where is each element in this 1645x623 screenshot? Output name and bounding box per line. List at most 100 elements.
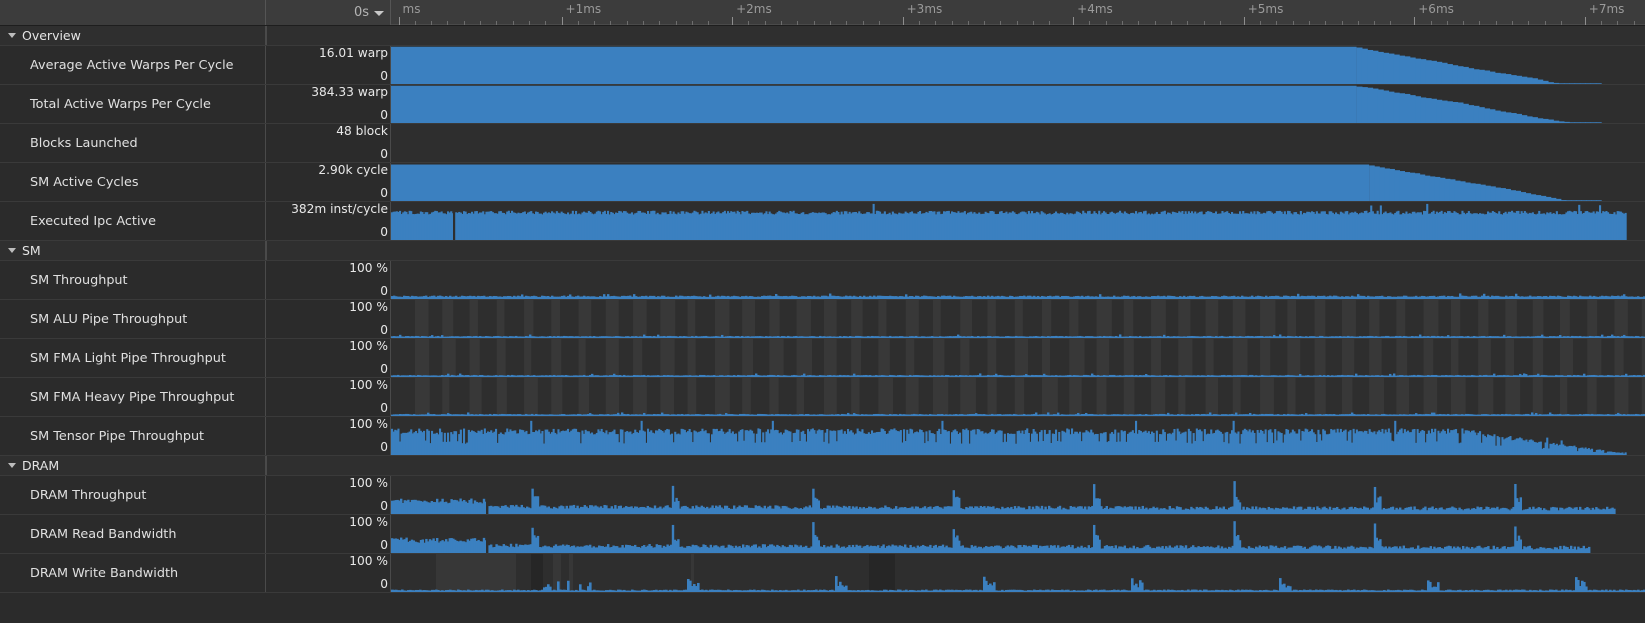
- metric-sparkline[interactable]: [391, 261, 1645, 299]
- metric-row[interactable]: SM Tensor Pipe Throughput100 %0: [0, 417, 1645, 456]
- ruler-minor-tick: [846, 21, 847, 25]
- ruler-minor-tick: [1528, 21, 1529, 25]
- metric-label[interactable]: SM FMA Light Pipe Throughput: [0, 339, 266, 377]
- metric-sparkline[interactable]: [391, 300, 1645, 338]
- ruler-tick-label: +6ms: [1418, 2, 1454, 16]
- metric-row[interactable]: Blocks Launched 48 block 0: [0, 124, 1645, 163]
- metric-row[interactable]: DRAM Read Bandwidth100 %0: [0, 515, 1645, 554]
- metric-min-value: 0: [380, 324, 388, 337]
- ruler-minor-tick: [578, 21, 579, 25]
- metric-label[interactable]: Executed Ipc Active: [0, 202, 266, 240]
- ruler-minor-tick: [643, 21, 644, 25]
- metric-sparkline[interactable]: [391, 46, 1645, 84]
- metric-label[interactable]: Blocks Launched: [0, 124, 266, 162]
- ruler-minor-tick: [1309, 21, 1310, 25]
- ruler-minor-tick: [676, 21, 677, 25]
- section-toggle[interactable]: DRAM: [0, 456, 266, 475]
- ruler-minor-tick: [659, 21, 660, 25]
- ruler-minor-tick: [1374, 21, 1375, 25]
- ruler-minor-tick: [1138, 21, 1139, 25]
- metric-sparkline[interactable]: [391, 85, 1645, 123]
- metric-row[interactable]: SM FMA Light Pipe Throughput100 %0: [0, 339, 1645, 378]
- metric-sparkline[interactable]: [391, 163, 1645, 201]
- metric-row[interactable]: DRAM Write Bandwidth100 %0: [0, 554, 1645, 593]
- section-toggle[interactable]: Overview: [0, 26, 266, 45]
- ruler-minor-tick: [814, 21, 815, 25]
- metric-sparkline[interactable]: [391, 417, 1645, 455]
- metric-sparkline[interactable]: [391, 378, 1645, 416]
- metric-row[interactable]: Executed Ipc Active382m inst/cycle0: [0, 202, 1645, 241]
- metric-max-value: 100 %: [349, 555, 388, 568]
- chevron-down-icon[interactable]: [8, 33, 16, 38]
- metric-value-axis: 100 %0: [266, 300, 391, 338]
- metric-row[interactable]: SM Throughput100 %0: [0, 261, 1645, 300]
- timeline-ruler[interactable]: ms+1ms+2ms+3ms+4ms+5ms+6ms+7ms: [391, 0, 1645, 25]
- metric-row[interactable]: SM FMA Heavy Pipe Throughput100 %0: [0, 378, 1645, 417]
- ruler-minor-tick: [935, 21, 936, 25]
- section-header-overview[interactable]: Overview: [0, 26, 1645, 46]
- section-header-sm[interactable]: SM: [0, 241, 1645, 261]
- ruler-minor-tick: [748, 21, 749, 25]
- ruler-minor-tick: [968, 21, 969, 25]
- ruler-minor-tick: [692, 21, 693, 25]
- ruler-tick-label: ms: [403, 2, 421, 16]
- metric-label[interactable]: DRAM Throughput: [0, 476, 266, 514]
- metric-row[interactable]: DRAM Throughput 100 % 0: [0, 476, 1645, 515]
- metric-row[interactable]: SM ALU Pipe Throughput100 %0: [0, 300, 1645, 339]
- header-value-column[interactable]: 0s: [266, 0, 391, 25]
- metric-label[interactable]: Average Active Warps Per Cycle: [0, 46, 266, 84]
- metric-min-value: 0: [380, 226, 388, 239]
- metric-value-axis: 382m inst/cycle0: [266, 202, 391, 240]
- ruler-minor-tick: [708, 21, 709, 25]
- metric-max-value: 2.90k cycle: [318, 164, 388, 177]
- header-name-column: [0, 0, 266, 25]
- section-header-dram[interactable]: DRAM: [0, 456, 1645, 476]
- chevron-down-icon[interactable]: [8, 248, 16, 253]
- metric-label[interactable]: DRAM Write Bandwidth: [0, 554, 266, 592]
- ruler-minor-tick: [1617, 21, 1618, 25]
- metric-sparkline[interactable]: [391, 554, 1645, 592]
- metric-max-value: 48 block: [336, 125, 388, 138]
- ruler-minor-tick: [1122, 21, 1123, 25]
- ruler-minor-tick: [447, 21, 448, 25]
- metric-row[interactable]: SM Active Cycles2.90k cycle0: [0, 163, 1645, 202]
- ruler-major-tick: [732, 17, 733, 25]
- metric-label[interactable]: SM Tensor Pipe Throughput: [0, 417, 266, 455]
- metric-value-axis: 16.01 warp0: [266, 46, 391, 84]
- table-header: 0s ms+1ms+2ms+3ms+4ms+5ms+6ms+7ms: [0, 0, 1645, 26]
- metric-label[interactable]: SM Throughput: [0, 261, 266, 299]
- ruler-minor-tick: [1033, 21, 1034, 25]
- ruler-minor-tick: [415, 21, 416, 25]
- metric-value-axis: 100 %0: [266, 515, 391, 553]
- ruler-minor-tick: [1204, 21, 1205, 25]
- ruler-tick-label: +7ms: [1589, 2, 1625, 16]
- ruler-minor-tick: [1390, 21, 1391, 25]
- metric-sparkline[interactable]: [391, 476, 1645, 514]
- metric-sparkline[interactable]: [391, 202, 1645, 240]
- section-header-filler: [266, 456, 1645, 475]
- metric-max-value: 384.33 warp: [311, 86, 388, 99]
- metric-value-axis: 48 block 0: [266, 124, 391, 162]
- metric-row[interactable]: Average Active Warps Per Cycle16.01 warp…: [0, 46, 1645, 85]
- metric-value-axis: 100 %0: [266, 554, 391, 592]
- metric-sparkline[interactable]: [391, 124, 1645, 162]
- section-toggle[interactable]: SM: [0, 241, 266, 260]
- ruler-minor-tick: [1342, 21, 1343, 25]
- metric-label[interactable]: SM Active Cycles: [0, 163, 266, 201]
- metric-min-value: 0: [380, 500, 388, 513]
- metric-row[interactable]: Total Active Warps Per Cycle384.33 warp0: [0, 85, 1645, 124]
- metric-sparkline[interactable]: [391, 515, 1645, 553]
- metric-label[interactable]: SM FMA Heavy Pipe Throughput: [0, 378, 266, 416]
- metric-label[interactable]: SM ALU Pipe Throughput: [0, 300, 266, 338]
- metric-value-axis: 384.33 warp0: [266, 85, 391, 123]
- metric-min-value: 0: [380, 148, 388, 161]
- metric-max-value: 100 %: [349, 477, 388, 490]
- section-header-filler: [266, 26, 1645, 45]
- ruler-minor-tick: [765, 21, 766, 25]
- metric-sparkline[interactable]: [391, 339, 1645, 377]
- chevron-down-icon[interactable]: [8, 463, 16, 468]
- ruler-minor-tick: [879, 21, 880, 25]
- metric-label[interactable]: Total Active Warps Per Cycle: [0, 85, 266, 123]
- chevron-down-icon[interactable]: [374, 11, 384, 16]
- metric-label[interactable]: DRAM Read Bandwidth: [0, 515, 266, 553]
